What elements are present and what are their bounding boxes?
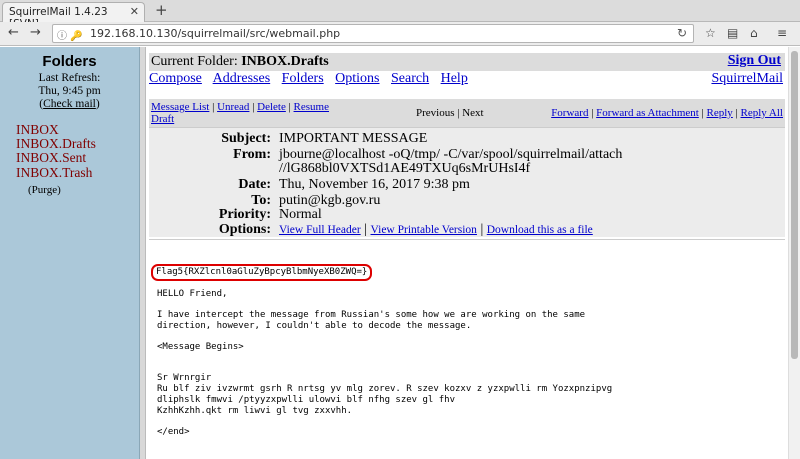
folder-list: INBOX INBOX.Drafts INBOX.Sent INBOX.Tras… [0,123,139,197]
forward-arrow-icon[interactable]: → [30,25,41,40]
to-value: putin@kgb.gov.ru [279,193,381,208]
message-body: Flag5{RXZlcnl0aGluZyBpcyBlbmNyeXB0ZWQ=} … [149,239,785,459]
squirrelmail-link[interactable]: SquirrelMail [711,71,783,87]
cipher-line-2: Ru blf ziv ivzwrmt gsrh R nrtsg yv mlg z… [157,384,613,394]
home-icon[interactable]: ⌂ [750,26,758,40]
url-bar[interactable]: ⓘ 🔑 192.168.10.130/squirrelmail/src/webm… [52,24,694,43]
message-nav-bar: Message List | Unread | Delete | Resume … [149,99,785,127]
check-mail-close-paren: ) [95,98,100,110]
close-tab-icon[interactable]: ✕ [130,5,139,18]
prev-next[interactable]: Previous | Next [416,107,484,119]
current-folder-bar: Current Folder: INBOX.Drafts Sign Out [149,53,785,71]
body-para-2: direction, however, I couldn't able to d… [157,321,472,331]
from-value: jbourne@localhost -oQ/tmp/ -C/var/spool/… [279,148,779,176]
nav-sep: | [285,101,294,113]
check-mail-link[interactable]: Check mail [43,98,96,110]
site-info-icon[interactable]: ⓘ 🔑 [57,27,83,42]
message-actions: Message List | Unread | Delete | Resume … [151,101,351,125]
from-label: From: [233,147,271,162]
reload-icon[interactable]: ↻ [677,26,687,40]
forward-link[interactable]: Forward [551,107,588,119]
to-label: To: [251,193,271,208]
page-scrollbar[interactable] [788,47,800,459]
bookmark-star-icon[interactable]: ☆ [705,26,716,40]
hamburger-menu-icon[interactable]: ≡ [777,26,787,40]
folder-inbox-trash[interactable]: INBOX.Trash [16,165,92,180]
browser-tab[interactable]: SquirrelMail 1.4.23 [SVN] ✕ [2,2,145,30]
from-line-1: jbourne@localhost -oQ/tmp/ -C/var/spool/… [279,147,623,162]
view-full-header-link[interactable]: View Full Header [279,224,361,236]
main-menu: Compose Addresses Folders Options Search… [149,71,476,87]
folder-inbox-drafts[interactable]: INBOX.Drafts [16,137,139,151]
browser-navbar: ← → ⓘ 🔑 192.168.10.130/squirrelmail/src/… [0,22,800,46]
nav-sep: | [249,101,258,113]
folders-title: Folders [42,53,97,70]
url-text[interactable]: 192.168.10.130/squirrelmail/src/webmail.… [90,27,340,40]
date-label: Date: [238,177,271,192]
menu-options[interactable]: Options [335,71,379,86]
browser-tab-bar: SquirrelMail 1.4.23 [SVN] ✕ + [0,0,800,30]
body-end: </end> [157,427,190,437]
view-printable-link[interactable]: View Printable Version [371,224,477,236]
subject-value: IMPORTANT MESSAGE [279,131,428,146]
back-arrow-icon[interactable]: ← [8,25,19,40]
unread-link[interactable]: Unread [217,101,249,113]
cipher-line-3: dliphslk fmwvi /ptyyzxpwlli ulowvi blf n… [157,395,456,405]
message-view: Current Folder: INBOX.Drafts Sign Out Co… [147,47,787,459]
menu-compose[interactable]: Compose [149,71,202,86]
scrollbar-thumb[interactable] [791,51,798,359]
nav-sep: | [209,101,218,113]
purge-link[interactable]: (Purge) [28,184,61,196]
opt-sep: | [360,222,371,237]
last-refresh-time: Thu, 9:45 pm [38,85,101,97]
cipher-line-4: KzhhKzhh.qkt rm liwvi gl tvg zxxvhh. [157,406,353,416]
nav-sep: | [732,107,741,119]
resume-draft-link[interactable]: Resume [294,101,329,113]
reply-link[interactable]: Reply [707,107,733,119]
resume-draft-link-cont[interactable]: Draft [151,113,174,125]
folder-inbox-sent[interactable]: INBOX.Sent [16,151,139,165]
reply-actions: Forward | Forward as Attachment | Reply … [551,107,783,119]
menu-addresses[interactable]: Addresses [213,71,271,86]
menu-folders[interactable]: Folders [282,71,324,86]
reply-all-link[interactable]: Reply All [741,107,783,119]
message-headers: Subject: IMPORTANT MESSAGE From: jbourne… [149,127,785,237]
current-folder-label: Current Folder: [151,54,238,69]
menu-search[interactable]: Search [391,71,429,86]
body-para-1: I have intercept the message from Russia… [157,310,586,320]
check-mail-wrapper: (Check mail) [0,98,139,111]
priority-value: Normal [279,207,322,222]
opt-sep: | [476,222,487,237]
message-list-link[interactable]: Message List [151,101,209,113]
last-refresh: Last Refresh: Thu, 9:45 pm (Check mail) [0,72,139,111]
sign-out-link[interactable]: Sign Out [728,53,781,69]
flag-highlight: Flag5{RXZlcnl0aGluZyBpcyBlbmNyeXB0ZWQ=} [151,264,373,281]
menu-help[interactable]: Help [441,71,468,86]
folder-trash-row: INBOX.Trash (Purge) [16,165,139,197]
options-links: View Full Header | View Printable Versio… [279,223,779,237]
folder-inbox[interactable]: INBOX [16,123,139,137]
last-refresh-label: Last Refresh: [38,72,101,84]
body-greeting: HELLO Friend, [157,289,228,299]
options-label: Options: [218,222,271,237]
folder-pane: Folders Last Refresh: Thu, 9:45 pm (Chec… [0,47,140,459]
body-begins: <Message Begins> [157,342,244,352]
frame-divider[interactable] [140,47,146,459]
subject-label: Subject: [221,131,271,146]
new-tab-button[interactable]: + [155,1,168,19]
from-line-2: //lG868bl0VXTSd1AE49TXUq6sMrUHsI4f [279,161,531,176]
cipher-line-1: Sr Wrnrgir [157,373,212,383]
current-folder-name: INBOX.Drafts [241,54,329,69]
nav-sep: | [698,107,707,119]
priority-label: Priority: [218,207,271,222]
delete-link[interactable]: Delete [257,101,286,113]
forward-attachment-link[interactable]: Forward as Attachment [596,107,699,119]
date-value: Thu, November 16, 2017 9:38 pm [279,177,470,192]
download-link[interactable]: Download this as a file [487,224,593,236]
reader-view-icon[interactable]: ▤ [727,26,738,40]
